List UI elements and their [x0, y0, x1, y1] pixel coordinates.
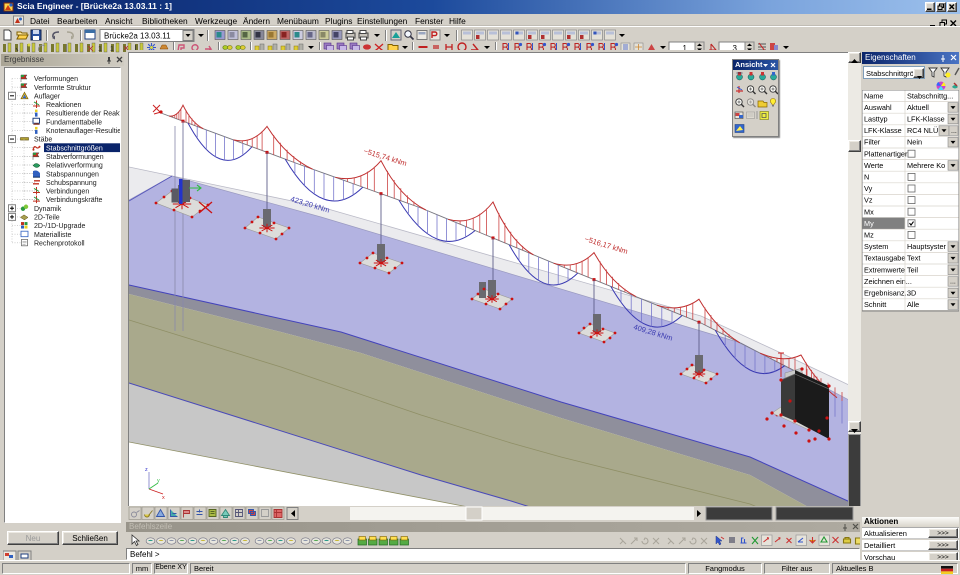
svg-text:Vy: Vy [864, 184, 873, 193]
svg-text:Hauptsyster: Hauptsyster [907, 242, 947, 251]
svg-text:Verformte Struktur: Verformte Struktur [34, 85, 91, 92]
svg-text:Extremwerte: Extremwerte [864, 265, 905, 274]
svg-text:z: z [145, 467, 148, 473]
svg-text:RC4 NLÜ: RC4 NLÜ [907, 126, 938, 135]
svg-text:System: System [864, 242, 888, 251]
svg-text:Verbindungen: Verbindungen [46, 189, 89, 196]
svg-text:LFK-Klasse: LFK-Klasse [907, 115, 945, 124]
svg-text:Fundamenttabelle: Fundamenttabelle [46, 119, 102, 126]
svg-text:Dynamik: Dynamik [34, 206, 62, 213]
svg-text:Filter: Filter [864, 138, 881, 147]
svg-text:Rechenprotokoll: Rechenprotokoll [34, 240, 85, 247]
svg-text:Brücke2a 13.03.11: Brücke2a 13.03.11 [104, 32, 171, 41]
svg-text:Ergebnisanz...: Ergebnisanz... [864, 289, 911, 298]
svg-text:Verbindungskräfte: Verbindungskräfte [46, 197, 103, 204]
svg-text:My: My [864, 219, 874, 228]
svg-text:Name: Name [864, 91, 883, 100]
svg-text:Schnitt: Schnitt [864, 300, 886, 309]
svg-text:Auflager: Auflager [34, 93, 61, 100]
svg-text:x: x [162, 495, 165, 501]
svg-text:Vz: Vz [864, 196, 873, 205]
svg-text:Plattenartiger...: Plattenartiger... [864, 149, 913, 158]
svg-text:y: y [157, 478, 160, 484]
svg-text:Relativverformung: Relativverformung [46, 163, 103, 170]
svg-text:Knotenauflager-Resultierende: Knotenauflager-Resultierende [46, 128, 121, 135]
svg-text:Mz: Mz [864, 231, 874, 240]
svg-text:Verformungen: Verformungen [34, 76, 78, 83]
svg-text:Auswahl: Auswahl [864, 103, 892, 112]
svg-text:Mx: Mx [864, 207, 874, 216]
svg-text:2D-/1D-Upgrade: 2D-/1D-Upgrade [34, 223, 85, 230]
svg-text:Alle: Alle [907, 300, 919, 309]
svg-text:...: ... [951, 128, 957, 135]
svg-text:Aktuell: Aktuell [907, 103, 929, 112]
svg-text:−516,17 kNm: −516,17 kNm [583, 234, 629, 256]
svg-text:Materialliste: Materialliste [34, 232, 71, 239]
svg-text:Reaktionen: Reaktionen [46, 102, 82, 109]
svg-text:Stabschnittgrößen: Stabschnittgrößen [46, 145, 103, 152]
svg-text:−515,74 kNm: −515,74 kNm [362, 146, 408, 168]
svg-text:N: N [864, 173, 869, 182]
svg-text:3D: 3D [907, 289, 916, 298]
svg-text:Werte: Werte [864, 161, 883, 170]
svg-text:Text: Text [907, 254, 920, 263]
svg-text:...: ... [950, 279, 956, 286]
svg-text:1: 1 [98, 46, 102, 53]
svg-text:Lasttyp: Lasttyp [864, 115, 888, 124]
svg-text:Teil: Teil [907, 265, 918, 274]
svg-text:Mehrere Ko: Mehrere Ko [907, 161, 945, 170]
svg-text:Textausgabe: Textausgabe [864, 254, 905, 263]
svg-text:LFK-Klasse: LFK-Klasse [864, 126, 902, 135]
svg-text:Stäbe: Stäbe [34, 137, 52, 144]
svg-text:Stabspannungen: Stabspannungen [46, 171, 99, 178]
svg-text:Resultierende der Reaktionen: Resultierende der Reaktionen [46, 111, 121, 118]
svg-text:Schubspannung: Schubspannung [46, 180, 97, 187]
svg-text:Stabschnittg...: Stabschnittg... [907, 91, 953, 100]
svg-text:1: 1 [110, 46, 114, 53]
svg-text:Stabverformungen: Stabverformungen [46, 154, 104, 161]
svg-text:2D-Teile: 2D-Teile [34, 215, 60, 222]
svg-text:Nein: Nein [907, 138, 922, 147]
